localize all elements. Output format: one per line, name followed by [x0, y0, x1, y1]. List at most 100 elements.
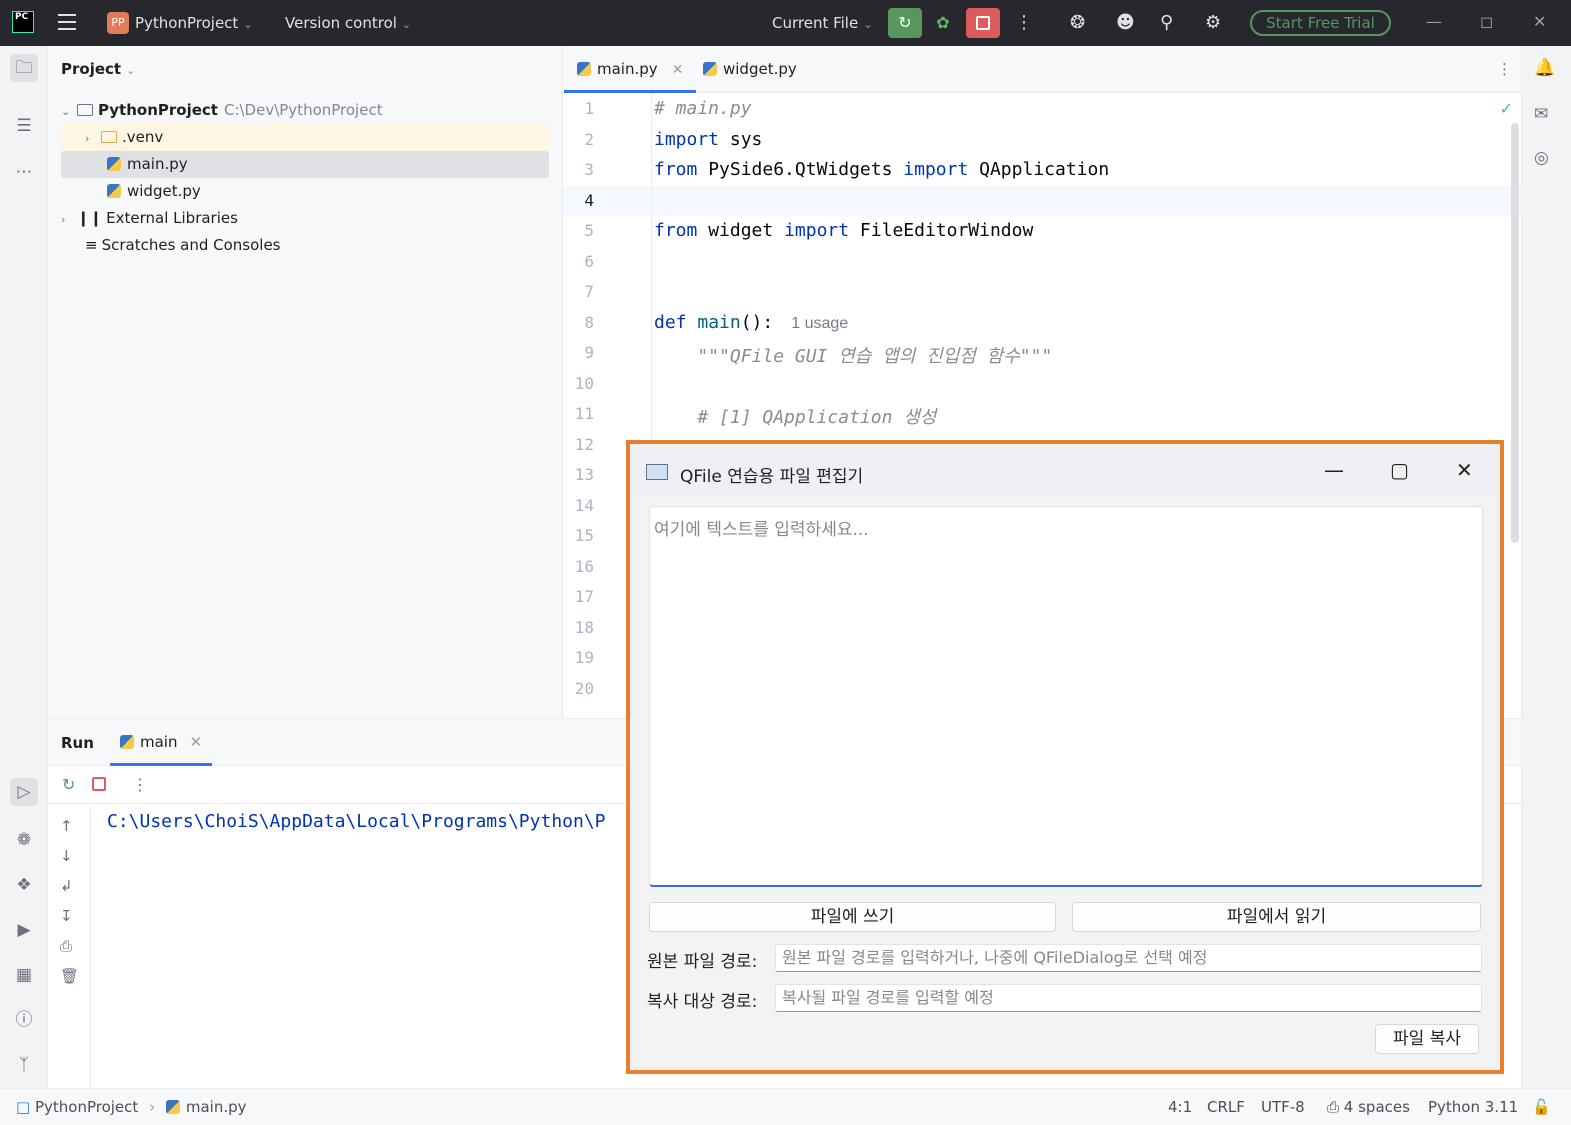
close-icon[interactable]: ✕ [1533, 12, 1546, 31]
read-file-button[interactable]: 파일에서 읽기 [1072, 902, 1481, 932]
print-icon[interactable]: ⎙ [60, 937, 72, 955]
source-path-label: 원본 파일 경로: [647, 952, 758, 972]
editor-tabs: main.py ✕ widget.py ⋮ [564, 46, 1521, 93]
breadcrumb-file[interactable]: main.py [186, 1098, 247, 1116]
tree-item-widget-py[interactable]: widget.py [61, 178, 549, 205]
close-tab-icon[interactable]: ✕ [189, 733, 202, 751]
copy-file-button[interactable]: 파일 복사 [1375, 1024, 1479, 1054]
run-tool-icon[interactable]: ▷ [10, 778, 38, 806]
python-interpreter[interactable]: Python 3.11 [1428, 1098, 1518, 1116]
tree-item-scratches[interactable]: ≡ Scratches and Consoles [61, 232, 549, 259]
project-switcher[interactable]: PythonProject ⌄ [135, 14, 253, 32]
more-tools-icon[interactable]: ⋯ [10, 158, 38, 186]
add-user-icon[interactable]: ☻ [1116, 12, 1135, 33]
minimize-icon[interactable]: — [1426, 12, 1442, 31]
search-icon[interactable]: ⚲ [1160, 12, 1173, 33]
console-output[interactable]: C:\Users\ChoiS\AppData\Local\Programs\Py… [107, 811, 606, 832]
indent-setting[interactable]: ⎙ 4 spaces [1327, 1098, 1410, 1116]
library-icon: ❙❙ [77, 209, 103, 227]
write-file-button[interactable]: 파일에 쓰기 [649, 902, 1056, 932]
line-number: 16 [574, 557, 594, 576]
maximize-icon[interactable]: ◻ [1480, 12, 1493, 31]
notifications-bell-icon[interactable]: 🔔 [1534, 58, 1555, 78]
left-tool-strip: 🗀 ☰ ⋯ ▷ ❁ ❖ ▶ ▦ ⓘ ᛉ [0, 46, 48, 1088]
project-badge[interactable]: PP [107, 12, 129, 34]
settings-gear-icon[interactable]: ⚙ [1205, 12, 1221, 33]
more-options-icon[interactable]: ⋮ [132, 775, 148, 794]
usage-hint[interactable]: 1 usage [791, 315, 848, 332]
project-folder-icon[interactable]: 🗀 [10, 54, 38, 82]
python-console-icon[interactable]: ❖ [10, 871, 38, 899]
code-line: def main(): 1 usage [654, 312, 849, 333]
breadcrumb-project[interactable]: PythonProject [35, 1098, 138, 1116]
run-tab-main[interactable]: main ✕ [110, 719, 213, 766]
arrow-up-icon[interactable]: ↑ [60, 817, 73, 835]
status-bar: □ PythonProject › main.py 4:1 CRLF UTF-8… [0, 1088, 1571, 1125]
terminal-icon[interactable]: ▦ [10, 961, 38, 989]
rerun-button[interactable]: ↻ [888, 8, 922, 38]
tab-widget-py[interactable]: widget.py [690, 46, 810, 93]
line-number: 3 [584, 160, 594, 179]
stop-button[interactable] [966, 8, 1000, 38]
tree-item-venv[interactable]: › .venv [61, 124, 549, 151]
line-number: 4 [584, 191, 594, 210]
tabs-menu-icon[interactable]: ⋮ [1484, 46, 1525, 93]
services-icon[interactable]: ▶ [10, 916, 38, 944]
chevron-right-icon: › [149, 1098, 156, 1116]
caret-position[interactable]: 4:1 [1168, 1098, 1192, 1116]
tab-main-py[interactable]: main.py ✕ [564, 46, 697, 93]
line-separator[interactable]: CRLF [1207, 1098, 1245, 1116]
version-control-menu[interactable]: Version control ⌄ [285, 14, 411, 32]
structure-icon[interactable]: ☰ [10, 112, 38, 140]
chevron-down-icon: ⌄ [401, 18, 412, 31]
start-free-trial-button[interactable]: Start Free Trial [1250, 10, 1391, 36]
minimize-icon[interactable]: — [1324, 458, 1344, 482]
source-path-input[interactable]: 원본 파일 경로를 입력하거나, 나중에 QFileDialog로 선택 예정 [775, 944, 1482, 972]
more-options-icon[interactable]: ⋮ [1015, 12, 1033, 33]
tree-item-external-libraries[interactable]: › ❙❙ External Libraries [61, 205, 549, 232]
file-encoding[interactable]: UTF-8 [1261, 1098, 1305, 1116]
no-problems-check-icon[interactable]: ✓ [1500, 99, 1513, 118]
lock-icon[interactable]: 🔓 [1532, 1098, 1551, 1116]
copilot-icon[interactable]: ◎ [1534, 148, 1549, 168]
text-editor-area[interactable]: 여기에 텍스트를 입력하세요... [649, 506, 1483, 887]
arrow-down-icon[interactable]: ↓ [60, 847, 73, 865]
close-tab-icon[interactable]: ✕ [672, 62, 684, 78]
run-config-selector[interactable]: Current File ⌄ [772, 14, 872, 32]
git-branch-icon[interactable]: ᛉ [10, 1051, 38, 1079]
code-line: # main.py [654, 98, 752, 119]
close-icon[interactable]: ✕ [1456, 458, 1473, 482]
line-number: 6 [584, 252, 594, 271]
debug-icon[interactable]: ✿ [926, 8, 960, 38]
scroll-to-end-icon[interactable]: ↧ [60, 907, 73, 925]
editor-scrollbar[interactable] [1511, 123, 1519, 543]
target-path-input[interactable]: 복사될 파일 경로를 입력할 예정 [775, 984, 1482, 1012]
python-packages-icon[interactable]: ❁ [10, 826, 38, 854]
chevron-down-icon: ⌄ [243, 18, 253, 31]
soft-wrap-icon[interactable]: ↲ [60, 877, 73, 895]
tree-item-main-py[interactable]: main.py [61, 151, 549, 178]
maximize-icon[interactable]: ▢ [1390, 458, 1409, 482]
ai-assistant-icon[interactable]: ❂ [1070, 12, 1085, 33]
dialog-title: QFile 연습용 파일 편집기 [680, 467, 864, 487]
rerun-icon[interactable]: ↻ [62, 775, 75, 794]
scratches-icon: ≡ [85, 236, 98, 254]
chevron-right-icon[interactable]: › [85, 125, 101, 152]
line-number: 20 [574, 679, 594, 698]
code-line: # [1] QApplication 생성 [654, 407, 937, 428]
chevron-down-icon[interactable]: ⌄ [61, 98, 77, 125]
main-menu-icon[interactable] [58, 14, 76, 30]
problems-icon[interactable]: ⓘ [10, 1006, 38, 1034]
tree-item-root[interactable]: ⌄ PythonProject C:\Dev\PythonProject [61, 97, 549, 124]
line-number: 13 [574, 465, 594, 484]
ai-chat-icon[interactable]: ✉ [1534, 104, 1548, 124]
python-file-icon [107, 157, 121, 171]
project-panel-title[interactable]: Project ⌄ [61, 60, 135, 78]
chevron-right-icon[interactable]: › [61, 206, 77, 233]
qt-dialog-window: QFile 연습용 파일 편집기 — ▢ ✕ 여기에 텍스트를 입력하세요...… [626, 440, 1504, 1074]
trash-icon[interactable]: 🗑 [60, 967, 79, 985]
python-file-icon [703, 62, 717, 76]
module-icon: □ [16, 1098, 31, 1116]
stop-icon[interactable] [92, 777, 106, 791]
line-number: 15 [574, 526, 594, 545]
